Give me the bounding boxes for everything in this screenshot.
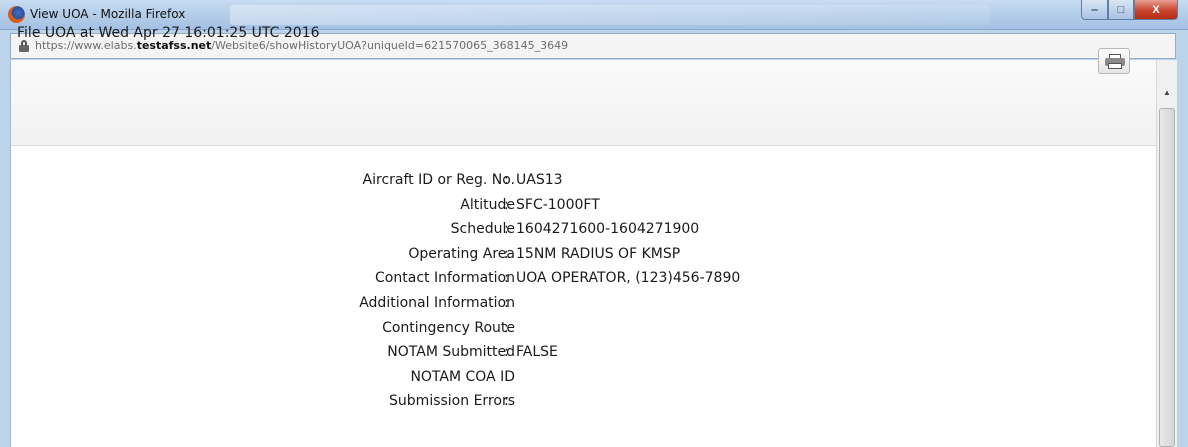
detail-row: Contingency Route: (11, 316, 1141, 341)
detail-label: Operating Area (408, 245, 515, 262)
detail-separator: : (504, 344, 509, 361)
detail-value: 1604271600-1604271900 (516, 221, 700, 238)
detail-value: SFC-1000FT (516, 196, 600, 213)
detail-value: 15NM RADIUS OF KMSP (516, 245, 681, 262)
close-button[interactable]: X (1134, 0, 1178, 20)
detail-row: Aircraft ID or Reg. No.: UAS13 (11, 168, 1141, 193)
uoa-dialog: File UOA at Wed Apr 27 16:01:25 UTC 2016… (10, 25, 1177, 447)
detail-row: NOTAM COA ID: (11, 365, 1141, 390)
detail-row: Submission Errors: (11, 389, 1141, 414)
detail-label: NOTAM COA ID (410, 368, 515, 385)
detail-row: Additional Information: (11, 291, 1141, 316)
detail-label: Contact Information (375, 270, 515, 287)
detail-separator: : (504, 294, 509, 311)
print-button[interactable] (1098, 48, 1130, 74)
scroll-thumb[interactable] (1159, 108, 1175, 447)
dialog-title: File UOA at Wed Apr 27 16:01:25 UTC 2016 (17, 25, 320, 41)
detail-value: UAS13 (516, 172, 563, 188)
detail-separator: : (504, 196, 509, 213)
detail-label: NOTAM Submitted (387, 344, 515, 361)
scroll-up-arrow-icon[interactable]: ▲ (1160, 86, 1174, 100)
browser-window: View UOA - Mozilla Firefox ‒ □ X https:/… (0, 0, 1188, 447)
detail-separator: : (504, 270, 509, 287)
vertical-scrollbar[interactable]: ▲ (1156, 60, 1177, 447)
detail-row: Altitude: SFC-1000FT (11, 193, 1141, 218)
window-controls: ‒ □ X (1081, 0, 1178, 20)
firefox-icon (8, 6, 25, 23)
detail-separator: : (504, 368, 509, 385)
maximize-button[interactable]: □ (1108, 0, 1134, 20)
detail-separator: : (504, 393, 509, 410)
detail-separator: : (504, 221, 509, 238)
close-icon: X (1152, 3, 1160, 16)
maximize-icon: □ (1117, 3, 1125, 16)
window-title: View UOA - Mozilla Firefox (30, 7, 186, 21)
minimize-icon: ‒ (1091, 3, 1098, 16)
detail-row: Schedule:1604271600-1604271900 (11, 217, 1141, 242)
background-taskbar-blur (230, 5, 990, 25)
detail-separator: : (504, 319, 509, 336)
detail-label: Additional Information (359, 294, 515, 311)
detail-label: Aircraft ID or Reg. No. (362, 172, 515, 188)
detail-row: Contact Information: UOA OPERATOR, (123)4… (11, 266, 1141, 291)
uoa-details: Aircraft ID or Reg. No.: UAS13 Altitude: SF… (11, 168, 1141, 414)
detail-value: FALSE (516, 344, 558, 361)
dialog-header: File UOA at Wed Apr 27 16:01:25 UTC 2016 (11, 25, 1156, 146)
detail-row: Operating Area:15NM RADIUS OF KMSP (11, 242, 1141, 267)
detail-label: Submission Errors (389, 393, 515, 410)
lock-icon[interactable] (19, 40, 29, 52)
detail-separator: : (504, 172, 509, 188)
detail-label: Contingency Route (382, 319, 515, 336)
detail-separator: : (504, 245, 509, 262)
detail-value: UOA OPERATOR, (123)456-7890 (516, 270, 741, 287)
detail-row: NOTAM Submitted: FALSE (11, 340, 1141, 365)
minimize-button[interactable]: ‒ (1081, 0, 1108, 20)
